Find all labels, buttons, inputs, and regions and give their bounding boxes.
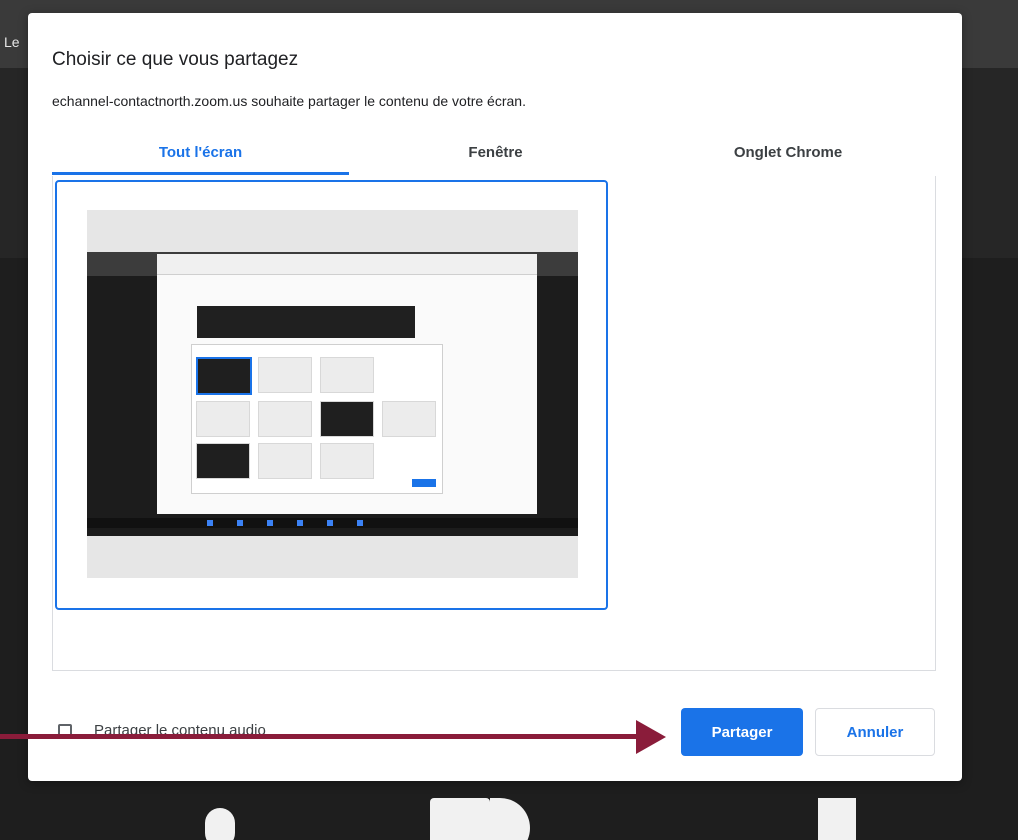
preview-taskbar-icon — [207, 520, 213, 526]
annotation-arrow-line — [0, 734, 640, 739]
preview-taskbar-icon — [237, 520, 243, 526]
screen-thumbnail-card[interactable] — [55, 180, 608, 610]
preview-tile — [196, 357, 252, 395]
preview-tile — [320, 401, 374, 437]
lettering-shape — [818, 798, 856, 840]
preview-share-dialog — [191, 344, 443, 494]
lettering-shape — [205, 808, 235, 840]
annotation-arrow-head-icon — [636, 720, 666, 754]
screen-share-dialog: Choisir ce que vous partagez echannel-co… — [28, 13, 962, 781]
tab-entire-screen[interactable]: Tout l'écran — [52, 138, 349, 174]
preview-dark-banner — [197, 306, 415, 338]
share-button[interactable]: Partager — [681, 708, 803, 756]
preview-tile — [382, 401, 436, 437]
preview-page-header — [157, 254, 537, 275]
tab-window[interactable]: Fenêtre — [349, 138, 642, 174]
share-source-list — [52, 176, 936, 671]
share-source-tabs: Tout l'écran Fenêtre Onglet Chrome — [52, 138, 934, 176]
preview-taskbar-icon — [327, 520, 333, 526]
preview-taskbar-icon — [357, 520, 363, 526]
screen-preview-image — [87, 252, 578, 536]
preview-share-button — [412, 479, 436, 487]
preview-tile — [196, 443, 250, 479]
lettering-shape — [430, 798, 490, 840]
cancel-button[interactable]: Annuler — [815, 708, 935, 756]
active-tab-indicator — [52, 172, 349, 175]
preview-tile — [258, 443, 312, 479]
tab-chrome-tab[interactable]: Onglet Chrome — [642, 138, 934, 174]
lettering-shape — [490, 798, 530, 840]
preview-page — [157, 254, 537, 514]
preview-tile — [258, 357, 312, 393]
dialog-subtitle: echannel-contactnorth.zoom.us souhaite p… — [52, 93, 526, 109]
screen-preview — [87, 210, 578, 578]
preview-taskbar-icon — [267, 520, 273, 526]
preview-tile — [196, 401, 250, 437]
background-partial-text: Le — [4, 34, 20, 50]
preview-tile — [258, 401, 312, 437]
preview-tile — [320, 443, 374, 479]
preview-tile — [320, 357, 374, 393]
dialog-title: Choisir ce que vous partagez — [52, 49, 299, 70]
background-large-lettering — [0, 780, 1018, 840]
preview-taskbar-icon — [297, 520, 303, 526]
